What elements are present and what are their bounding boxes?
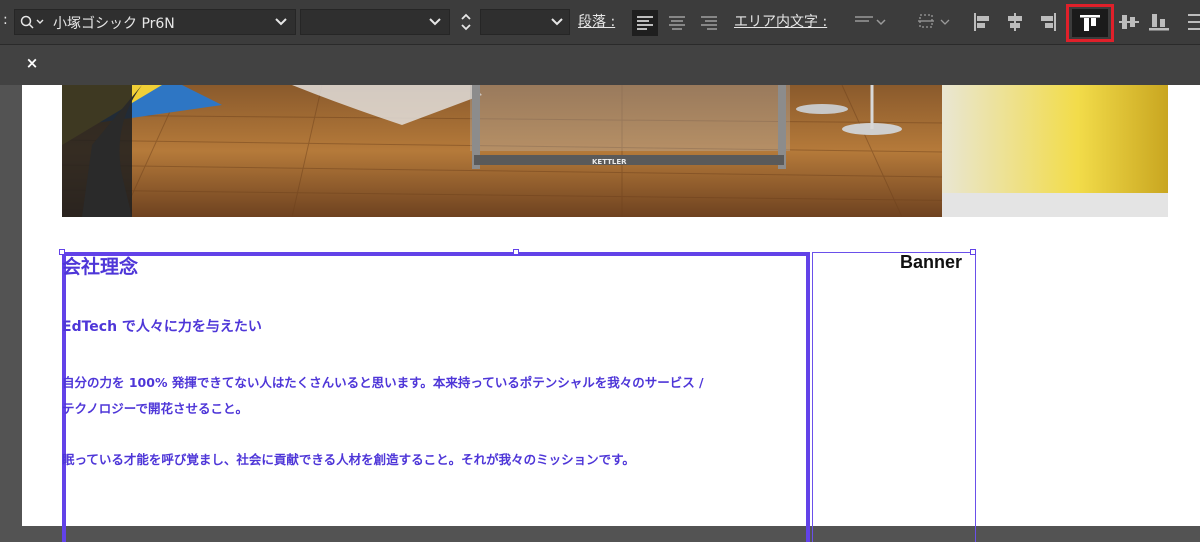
selection-handle[interactable] <box>513 249 519 255</box>
search-icon[interactable] <box>19 13 47 31</box>
align-left-edges-icon[interactable] <box>970 10 996 34</box>
chevron-down-icon[interactable] <box>547 13 567 31</box>
control-panel: : 小塚ゴシック Pr6N 段落 : エリア内文字: <box>0 0 1200 45</box>
paragraph-label[interactable]: 段落 : <box>578 11 615 31</box>
align-vertical-center-icon[interactable] <box>1116 10 1142 34</box>
align-left-icon[interactable] <box>632 10 658 36</box>
align-right-icon[interactable] <box>696 10 722 36</box>
align-right-edges-icon[interactable] <box>1034 10 1060 34</box>
office-photo: KETTLER <box>62 85 1168 217</box>
document-tab-bar <box>0 45 1200 85</box>
align-top-edges-icon[interactable] <box>1066 4 1114 42</box>
font-size-field[interactable] <box>480 9 570 35</box>
chevron-down-icon[interactable] <box>271 13 291 31</box>
font-family-field[interactable]: 小塚ゴシック Pr6N <box>14 9 296 35</box>
mission-paragraph-1[interactable]: 自分の力を 100% 発揮できてない人はたくさんいると思います。本来持っているポ… <box>62 372 704 391</box>
mission-paragraph-1-line-2[interactable]: テクノロジーで開花させること。 <box>62 398 248 417</box>
area-text-label[interactable]: エリア内文字 : <box>734 11 827 31</box>
selection-handle[interactable] <box>970 249 976 255</box>
toolbar-colon: : <box>3 12 8 28</box>
align-center-icon[interactable] <box>664 10 690 36</box>
font-style-field[interactable] <box>300 9 450 35</box>
distribute-icon[interactable] <box>916 10 956 34</box>
mission-subheading[interactable]: EdTech で人々に力を与えたい <box>62 316 262 336</box>
font-size-stepper-icon[interactable] <box>456 9 476 35</box>
close-tab-button[interactable]: × <box>22 51 42 75</box>
align-horizontal-center-icon[interactable] <box>1002 10 1028 34</box>
company-philosophy-heading[interactable]: 会社理念 <box>62 252 138 279</box>
area-text-align-icon[interactable] <box>852 10 888 34</box>
table-brand-label: KETTLER <box>592 158 627 166</box>
mission-paragraph-2[interactable]: 眠っている才能を呼び覚まし、社会に貢献できる人材を創造すること。それが我々のミッ… <box>62 449 635 468</box>
align-bottom-edges-icon[interactable] <box>1146 10 1172 34</box>
chevron-down-icon[interactable] <box>425 13 445 31</box>
distribute-vertical-icon[interactable] <box>1180 10 1200 34</box>
font-family-value: 小塚ゴシック Pr6N <box>53 16 175 32</box>
main-text-frame[interactable] <box>62 252 810 542</box>
banner-text-frame[interactable] <box>812 252 976 542</box>
banner-label[interactable]: Banner <box>900 252 962 273</box>
